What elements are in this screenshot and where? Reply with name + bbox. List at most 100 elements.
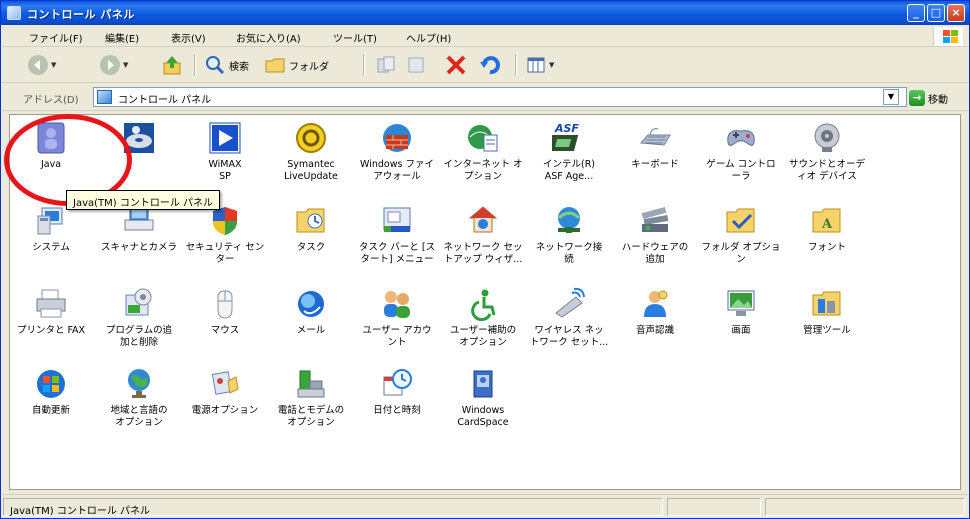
go-button[interactable]: → 移動 [909,89,948,107]
svg-text:ASF: ASF [554,122,579,135]
forward-dropdown-icon[interactable]: ▼ [123,61,128,69]
control-panel-item-speaker[interactable]: サウンドとオーデ ィオ デバイス [782,119,872,199]
item-label: 管理ツール [803,325,851,336]
search-button[interactable]: 検索 [204,52,249,78]
toolbar: ▼ ▼ 検索 フォルダ ▼ [1,47,969,83]
item-label: セキュリティ セン ター [185,242,265,265]
control-panel-item-cardspace[interactable]: Windows CardSpace [438,365,528,445]
folder-options-icon [726,208,755,233]
control-panel-item-internet-options[interactable]: インターネット オ プション [438,119,528,199]
control-panel-item-scanner[interactable]: スキャナとカメラ [94,202,184,282]
date-time-icon [383,369,412,396]
control-panel-item-add-hardware[interactable]: ハードウェアの 追加 [610,202,700,282]
folders-label: フォルダ [289,61,329,73]
control-panel-item-folder-options[interactable]: フォルダ オプショ ン [696,202,786,282]
address-field[interactable]: コントロール パネル [93,87,907,107]
control-panel-item-date-time[interactable]: 日付と時刻 [352,365,442,445]
tasks-icon [296,208,325,233]
menu-help[interactable]: ヘルプ(H) [406,30,451,45]
control-panel-window: コントロール パネル _ □ × ファイル(F) 編集(E) 表示(V) お気に… [0,0,970,519]
control-panel-item-user-accounts[interactable]: ユーザー アカウ ント [352,285,442,365]
title-bar[interactable]: コントロール パネル _ □ × [1,1,969,25]
delete-icon [446,55,466,75]
phone-modem-icon [297,370,325,398]
back-dropdown-icon[interactable]: ▼ [51,61,56,69]
network-setup-icon [468,206,498,233]
menu-edit[interactable]: 編集(E) [105,30,139,45]
item-label: Windows CardSpace [457,405,509,428]
undo-button[interactable] [479,52,501,78]
cardspace-icon [473,370,493,398]
maximize-button[interactable]: □ [927,4,945,22]
go-label: 移動 [928,94,948,106]
printer-icon [36,289,66,318]
fonts-icon: A [812,208,841,233]
item-label: インテル(R) ASF Age... [542,159,595,182]
control-panel-item-mouse[interactable]: マウス [180,285,270,365]
status-pane-2 [667,498,761,516]
control-panel-item-asf[interactable]: ASF インテル(R) ASF Age... [524,119,614,199]
item-label: タスク バーと [ス タート] メニュー [358,242,436,265]
close-button[interactable]: × [947,4,965,22]
network-connections-icon [557,207,581,233]
up-folder-button[interactable] [161,52,183,78]
item-label: 日付と時刻 [373,405,421,416]
control-panel-item-automatic-updates[interactable]: 自動更新 [10,365,96,445]
speech-icon [644,290,668,317]
mail-icon [298,291,324,317]
control-panel-item-liveupdate[interactable]: Symantec LiveUpdate [266,119,356,199]
control-panel-item-printer[interactable]: プリンタと FAX [10,285,96,365]
control-panel-item-admin-tools[interactable]: 管理ツール [782,285,872,365]
item-label: マウス [210,325,240,336]
window-title: コントロール パネル [27,8,135,21]
control-panel-item-network-setup[interactable]: ネットワーク セッ トアップ ウィザ... [438,202,528,282]
user-accounts-icon [384,291,410,318]
control-panel-item-game-controller[interactable]: ゲーム コントロ ーラ [696,119,786,199]
views-button[interactable]: ▼ [525,52,554,78]
control-panel-item-mail[interactable]: メール [266,285,356,365]
address-dropdown-icon[interactable]: ▼ [883,89,899,105]
control-panel-item-display[interactable]: 画面 [696,285,786,365]
control-panel-item-regional[interactable]: 地域と言語の オプション [94,365,184,445]
accessibility-icon [471,289,496,321]
views-dropdown-icon[interactable]: ▼ [549,61,554,69]
menu-view[interactable]: 表示(V) [171,30,206,45]
internet-options-icon [468,125,498,152]
copy-to-button[interactable] [405,52,427,78]
move-to-button[interactable] [375,52,397,78]
item-label: WiMAX SP [208,159,242,182]
menu-favorites[interactable]: お気に入り(A) [236,30,301,45]
item-label: 画面 [731,325,751,336]
svg-text:A: A [821,217,833,232]
control-panel-item-system[interactable]: システム [10,202,96,282]
up-folder-icon [163,56,181,75]
control-panel-item-firewall[interactable]: Windows ファイ アウォール [352,119,442,199]
control-panel-item-power-options[interactable]: 電源オプション [180,365,270,445]
control-panel-item-network-connections[interactable]: ネットワーク接 続 [524,202,614,282]
menu-tools[interactable]: ツール(T) [333,30,377,45]
back-button[interactable]: ▼ [27,52,56,78]
menu-file[interactable]: ファイル(F) [29,30,83,45]
item-label: ワイヤレス ネッ トワーク セット... [529,325,609,348]
control-panel-item-play[interactable]: WiMAX SP [180,119,270,199]
control-panel-item-fonts[interactable]: A フォント [782,202,872,282]
control-panel-item-tasks[interactable]: タスク [266,202,356,282]
search-icon [206,56,225,75]
control-panel-icon [7,6,21,20]
forward-button[interactable]: ▼ [99,52,128,78]
mouse-icon [217,290,233,319]
control-panel-item-taskbar[interactable]: タスク バーと [ス タート] メニュー [352,202,442,282]
delete-button[interactable] [445,52,467,78]
control-panel-item-wireless-network[interactable]: ワイヤレス ネッ トワーク セット... [524,285,614,365]
control-panel-item-keyboard[interactable]: キーボード [610,119,700,199]
minimize-button[interactable]: _ [907,4,925,22]
control-panel-item-phone-modem[interactable]: 電話とモデムの オプション [266,365,356,445]
search-label: 検索 [229,61,249,73]
item-label: ハードウェアの 追加 [621,242,689,265]
control-panel-item-accessibility[interactable]: ユーザー補助の オプション [438,285,528,365]
control-panel-item-speech[interactable]: 音声認識 [610,285,700,365]
control-panel-item-security-center[interactable]: セキュリティ セン ター [180,202,270,282]
control-panel-item-add-remove-programs[interactable]: プログラムの追 加と削除 [94,285,184,365]
folders-button[interactable]: フォルダ [264,52,329,78]
undo-icon [480,56,500,75]
